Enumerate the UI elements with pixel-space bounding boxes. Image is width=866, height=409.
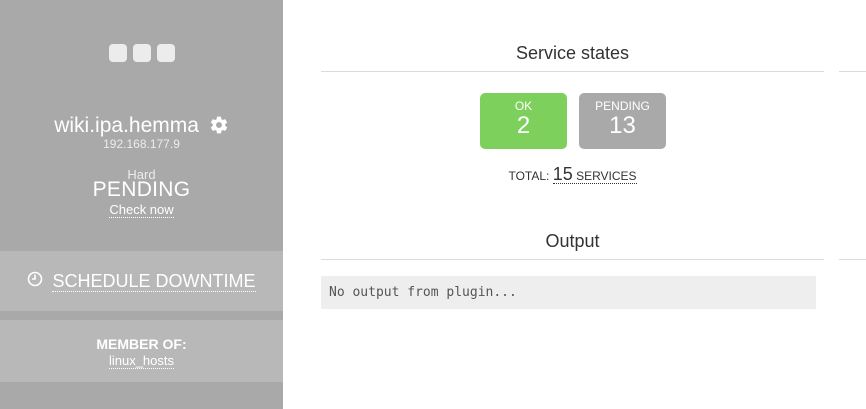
- hostgroup-row: linux_hosts: [0, 353, 283, 369]
- state-dot: [108, 44, 127, 62]
- host-name: wiki.ipa.hemma: [54, 114, 199, 137]
- total-services-link[interactable]: 15 SERVICES: [552, 164, 637, 184]
- host-address: 192.168.177.9: [103, 137, 180, 151]
- output-title: Output: [545, 231, 600, 251]
- check-now-row: Check now: [0, 202, 283, 218]
- badge-label: OK: [514, 99, 533, 113]
- ok-services-badge[interactable]: OK 2: [480, 93, 567, 149]
- total-services: TOTAL: 15 SERVICES: [321, 164, 824, 185]
- host-detail-view: wiki.ipa.hemma 192.168.177.9 Hard PENDIN…: [0, 0, 866, 409]
- host-state: PENDING: [92, 178, 191, 201]
- divider: [321, 71, 824, 72]
- pending-services-badge[interactable]: PENDING 13: [579, 93, 666, 149]
- total-count: 15: [552, 164, 573, 184]
- schedule-downtime-button[interactable]: SCHEDULE DOWNTIME: [0, 251, 283, 311]
- host-sidebar: wiki.ipa.hemma 192.168.177.9 Hard PENDIN…: [0, 0, 283, 409]
- total-prefix: TOTAL:: [508, 169, 550, 183]
- service-state-badges: OK 2 PENDING 13: [480, 93, 666, 149]
- member-of-title: MEMBER OF:: [96, 336, 187, 352]
- state-history-dots: [0, 44, 283, 62]
- divider: [321, 259, 824, 260]
- badge-label: PENDING: [595, 99, 650, 113]
- divider: [839, 259, 866, 260]
- badge-count: 2: [516, 112, 531, 139]
- clock-icon: [27, 271, 43, 292]
- state-dot: [132, 44, 151, 62]
- check-now-link[interactable]: Check now: [109, 202, 174, 218]
- service-states-title: Service states: [515, 43, 630, 63]
- divider: [839, 71, 866, 72]
- state-dot: [156, 44, 175, 62]
- main-panel: Service states OK 2 PENDING 13 TOTAL: 15…: [283, 0, 866, 409]
- total-suffix: SERVICES: [576, 169, 637, 183]
- plugin-output: No output from plugin...: [321, 276, 816, 309]
- badge-count: 13: [609, 112, 636, 139]
- schedule-downtime-label[interactable]: SCHEDULE DOWNTIME: [52, 271, 256, 292]
- hostgroup-link[interactable]: linux_hosts: [108, 353, 175, 369]
- member-of-section: MEMBER OF: linux_hosts: [0, 320, 283, 382]
